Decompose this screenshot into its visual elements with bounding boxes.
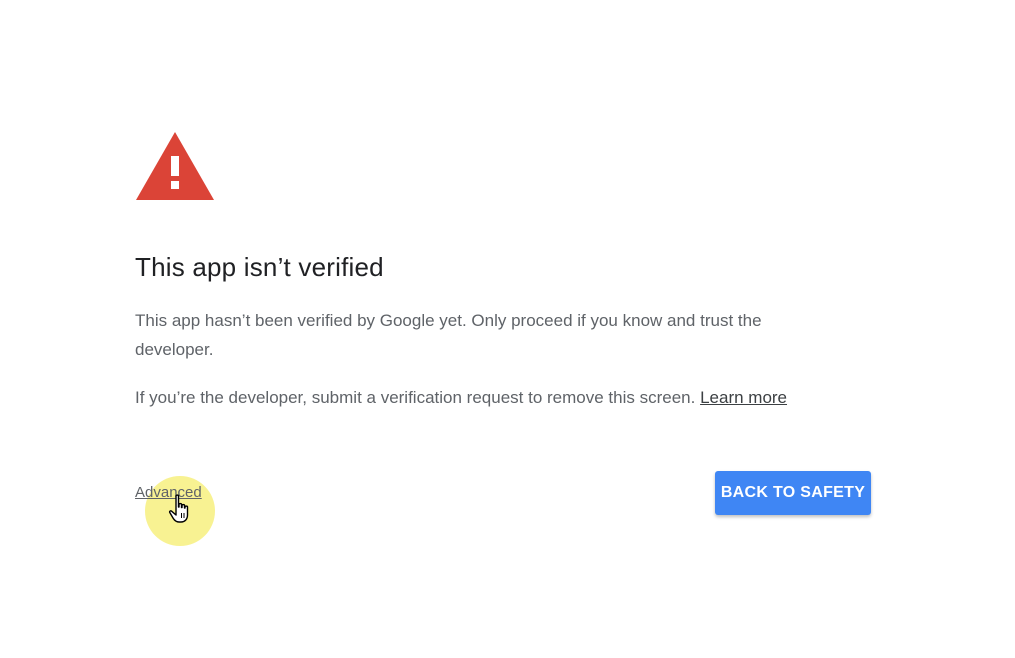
developer-notice-text: If you’re the developer, submit a verifi… xyxy=(135,388,696,407)
learn-more-link[interactable]: Learn more xyxy=(700,388,787,407)
hand-pointer-icon xyxy=(168,494,189,523)
unverified-app-warning-page: This app isn’t verified This app hasn’t … xyxy=(0,0,1015,658)
page-title: This app isn’t verified xyxy=(135,252,384,282)
warning-triangle-icon xyxy=(136,132,214,200)
developer-notice: If you’re the developer, submit a verifi… xyxy=(135,383,835,412)
back-to-safety-button[interactable]: BACK TO SAFETY xyxy=(715,471,871,515)
unverified-description: This app hasn’t been verified by Google … xyxy=(135,311,762,359)
